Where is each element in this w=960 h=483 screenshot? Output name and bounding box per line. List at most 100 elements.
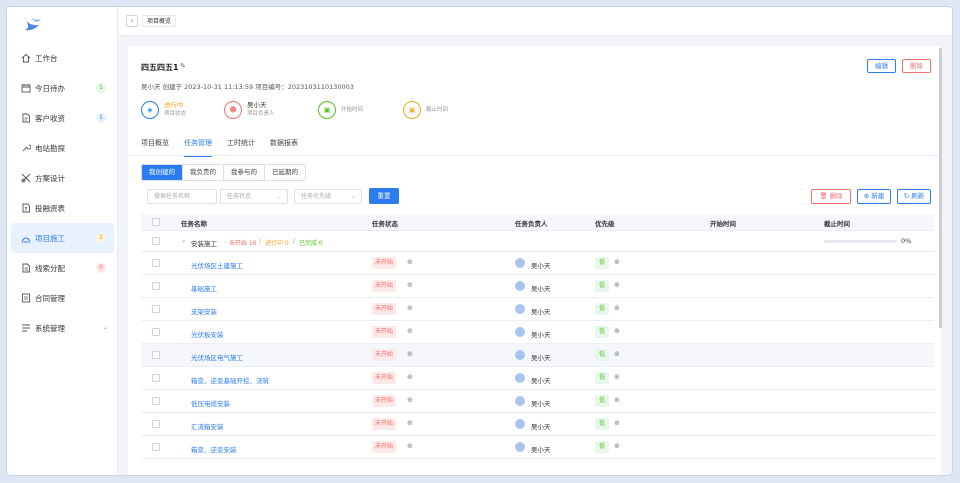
table-row[interactable]: 箱变、逆变安装 未开始 ⊕ 吴小天 低 ⊕ (141, 436, 934, 459)
table-row[interactable]: 基础施工 未开始 ⊕ 吴小天 低 ⊕ (141, 275, 934, 298)
scrollbar[interactable] (939, 48, 942, 328)
row-checkbox[interactable] (152, 351, 160, 359)
task-name-link[interactable]: 箱变、逆变安装 (191, 444, 237, 454)
chevron-down-circle-icon[interactable]: ⊕ (614, 373, 620, 381)
table-row[interactable]: 低压电缆安装 未开始 ⊕ 吴小天 低 ⊕ (141, 390, 934, 413)
chevron-down-circle-icon[interactable]: ⊕ (407, 373, 413, 381)
priority-badge[interactable]: 低 (595, 372, 610, 384)
chevron-down-circle-icon[interactable]: ⊕ (407, 258, 413, 266)
chevron-down-circle-icon[interactable]: ⊕ (407, 442, 413, 450)
chevron-down-circle-icon[interactable]: ⊕ (407, 327, 413, 335)
task-name-link[interactable]: 汇流箱安装 (191, 421, 224, 431)
chevron-down-circle-icon[interactable]: ⊕ (614, 419, 620, 427)
priority-badge[interactable]: 低 (595, 349, 610, 361)
task-status-badge[interactable]: 未开始 (372, 418, 397, 430)
group-checkbox[interactable] (152, 237, 160, 245)
sidebar-item-design[interactable]: 方案设计 (7, 163, 118, 193)
select-all-checkbox[interactable] (152, 218, 160, 226)
priority-badge[interactable]: 低 (595, 280, 610, 292)
chevron-down-circle-icon[interactable]: ⊕ (614, 281, 620, 289)
chevron-down-circle-icon[interactable]: ⊕ (407, 396, 413, 404)
row-checkbox[interactable] (152, 397, 160, 405)
task-status-badge[interactable]: 未开始 (372, 257, 397, 269)
sidebar-item-label: 今日待办 (35, 83, 65, 93)
chevron-down-circle-icon[interactable]: ⊕ (614, 304, 620, 312)
layers-icon: ◈ (141, 101, 159, 119)
priority-badge[interactable]: 低 (595, 418, 610, 430)
row-checkbox[interactable] (152, 420, 160, 428)
chevron-down-circle-icon[interactable]: ⊕ (614, 258, 620, 266)
sidebar-item-survey[interactable]: 电站勘探 (7, 133, 118, 163)
task-name-link[interactable]: 支架安装 (191, 306, 217, 316)
chevron-down-circle-icon[interactable]: ⊕ (614, 327, 620, 335)
sidebar-item-customer[interactable]: 客户收资 1 (7, 103, 118, 133)
priority-badge[interactable]: 低 (595, 257, 610, 269)
sidebar-item-contract[interactable]: 合同管理 (7, 283, 118, 313)
priority-badge[interactable]: 低 (595, 303, 610, 315)
task-group-row[interactable]: ⌄ 安装施工 未开始 16 / 进行中 0 / 已完成 0 0% (141, 231, 934, 252)
segment-owned[interactable]: 我负责的 (183, 165, 224, 180)
chevron-down-circle-icon[interactable]: ⊕ (407, 281, 413, 289)
task-status-badge[interactable]: 未开始 (372, 349, 397, 361)
task-name-link[interactable]: 低压电缆安装 (191, 398, 230, 408)
task-name-search-input[interactable]: 搜索任务名称 (147, 189, 217, 204)
table-row[interactable]: 光伏场区土建施工 未开始 ⊕ 吴小天 低 ⊕ (141, 252, 934, 275)
task-name-link[interactable]: 光伏场区电气施工 (191, 352, 243, 362)
avatar (515, 442, 525, 452)
task-owner-name: 吴小天 (531, 400, 551, 408)
back-button[interactable]: ‹ (126, 15, 138, 27)
priority-badge[interactable]: 低 (595, 441, 610, 453)
new-task-button[interactable]: ⊕ 新建 (857, 189, 891, 204)
chevron-down-circle-icon[interactable]: ⊕ (614, 396, 620, 404)
row-checkbox[interactable] (152, 282, 160, 290)
task-status-badge[interactable]: 未开始 (372, 303, 397, 315)
task-scope-segment: 我创建的 我负责的 我参与的 已延期的 (141, 164, 306, 181)
row-checkbox[interactable] (152, 443, 160, 451)
delete-task-button[interactable]: 🗑 删除 (811, 189, 851, 204)
sidebar-item-construction[interactable]: 项目施工 2 (11, 223, 114, 253)
table-row[interactable]: 支架安装 未开始 ⊕ 吴小天 低 ⊕ (141, 298, 934, 321)
edit-title-icon[interactable]: ✎ (180, 62, 186, 70)
segment-joined[interactable]: 我参与的 (224, 165, 265, 180)
task-status-badge[interactable]: 未开始 (372, 441, 397, 453)
task-status-badge[interactable]: 未开始 (372, 326, 397, 338)
segment-created[interactable]: 我创建的 (142, 165, 183, 180)
customer-badge: 1 (96, 113, 106, 123)
sidebar-item-finance[interactable]: 投融资表 (7, 193, 118, 223)
task-name-link[interactable]: 基础施工 (191, 283, 217, 293)
table-row[interactable]: 光伏板安装 未开始 ⊕ 吴小天 低 ⊕ (141, 321, 934, 344)
segment-overdue[interactable]: 已延期的 (265, 165, 305, 180)
task-name-link[interactable]: 光伏场区土建施工 (191, 260, 243, 270)
sidebar-item-workbench[interactable]: 工作台 (7, 43, 118, 73)
row-checkbox[interactable] (152, 328, 160, 336)
priority-badge[interactable]: 低 (595, 326, 610, 338)
task-name-link[interactable]: 光伏板安装 (191, 329, 224, 339)
row-checkbox[interactable] (152, 259, 160, 267)
chevron-down-circle-icon[interactable]: ⊕ (407, 350, 413, 358)
breadcrumb[interactable]: 项目概览 (142, 15, 177, 27)
task-name-link[interactable]: 箱变、逆变基础开挖、浇筑 (191, 375, 269, 385)
task-priority-select[interactable]: 任务优先级 ⌄ (294, 189, 362, 204)
sidebar-item-system[interactable]: 系统管理 ⌄ (7, 313, 118, 343)
sidebar-item-leads[interactable]: 线索分配 0 (7, 253, 118, 283)
task-status-badge[interactable]: 未开始 (372, 395, 397, 407)
table-row[interactable]: 箱变、逆变基础开挖、浇筑 未开始 ⊕ 吴小天 低 ⊕ (141, 367, 934, 390)
delete-project-button[interactable]: 删除 (902, 59, 931, 73)
edit-button[interactable]: 编辑 (867, 59, 896, 73)
chevron-down-circle-icon[interactable]: ⊕ (407, 419, 413, 427)
table-row[interactable]: 光伏场区电气施工 未开始 ⊕ 吴小天 低 ⊕ (141, 344, 934, 367)
row-checkbox[interactable] (152, 305, 160, 313)
chevron-down-circle-icon[interactable]: ⊕ (614, 442, 620, 450)
task-status-badge[interactable]: 未开始 (372, 372, 397, 384)
chevron-down-circle-icon[interactable]: ⊕ (614, 350, 620, 358)
reset-button[interactable]: 重置 (369, 188, 399, 204)
chevron-down-circle-icon[interactable]: ⊕ (407, 304, 413, 312)
task-status-select[interactable]: 任务状态 ⌄ (220, 189, 288, 204)
priority-badge[interactable]: 低 (595, 395, 610, 407)
chevron-down-icon[interactable]: ⌄ (181, 236, 186, 244)
task-status-badge[interactable]: 未开始 (372, 280, 397, 292)
sidebar-item-todo[interactable]: 今日待办 1 (7, 73, 118, 103)
refresh-button[interactable]: ↻ 刷新 (897, 189, 931, 204)
table-row[interactable]: 汇流箱安装 未开始 ⊕ 吴小天 低 ⊕ (141, 413, 934, 436)
row-checkbox[interactable] (152, 374, 160, 382)
